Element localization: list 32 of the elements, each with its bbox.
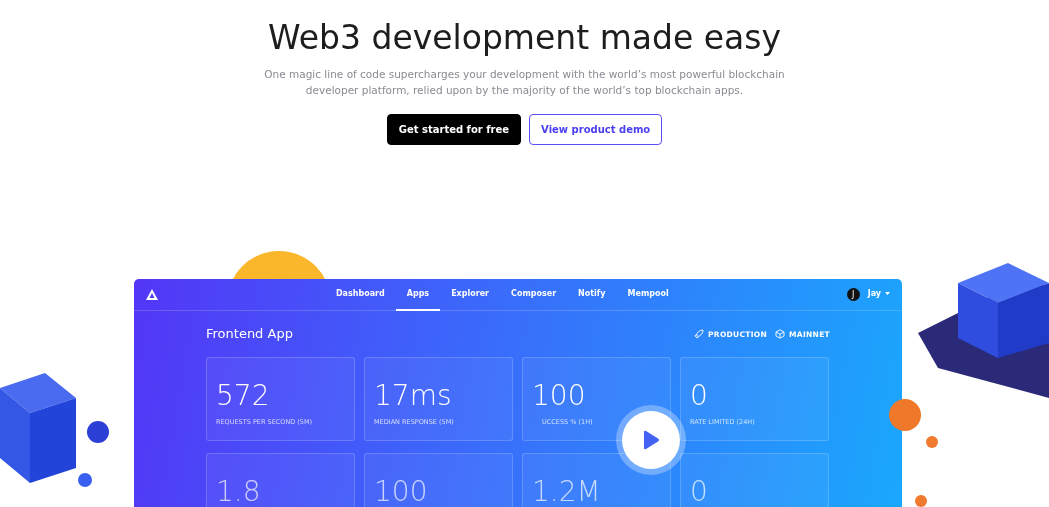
user-avatar[interactable]: J xyxy=(846,288,860,302)
app-title: Frontend App xyxy=(206,325,293,344)
nav-tab[interactable]: Notify xyxy=(567,278,617,311)
demo-button[interactable]: View product demo xyxy=(529,114,663,146)
stat-value: 100 xyxy=(374,478,429,507)
hero-title: Web3 development made easy xyxy=(268,18,781,58)
stat-value: 1.8 xyxy=(216,478,262,507)
stat-value: 17ms xyxy=(374,382,453,411)
caret-icon xyxy=(885,292,890,296)
stat-value: 1.2M xyxy=(532,478,602,507)
stat-value: 0 xyxy=(690,478,709,507)
nav-tab[interactable]: Mempool xyxy=(616,278,680,311)
play-icon xyxy=(642,430,660,451)
sphere-drawing xyxy=(86,420,110,444)
rocket-icon xyxy=(694,329,704,340)
get-started-button[interactable]: Get started for free xyxy=(386,114,522,146)
nav-tab[interactable]: Dashboard xyxy=(324,278,396,311)
nav-tab[interactable]: Composer xyxy=(500,278,568,311)
user-menu[interactable]: Jay xyxy=(863,278,890,311)
sphere-drawing xyxy=(926,436,938,448)
stat-value: 572 xyxy=(216,382,271,411)
play-button[interactable] xyxy=(622,411,680,470)
sphere-drawing xyxy=(915,495,927,507)
stat-value: 0 xyxy=(690,382,709,411)
sphere-drawing xyxy=(888,398,922,432)
sphere-drawing xyxy=(78,473,92,487)
nav-tab[interactable]: Explorer xyxy=(440,278,501,311)
stat-value: 100 xyxy=(532,382,587,411)
cube-icon xyxy=(775,329,786,340)
hero-subtitle: One magic line of code supercharges your development with the world’s most powerful blockchain developer platform, relied upon by the majority of the world’s top blockchain apps. xyxy=(263,66,786,98)
logo-icon[interactable] xyxy=(146,289,158,301)
nav-tab[interactable]: Apps xyxy=(395,278,441,311)
